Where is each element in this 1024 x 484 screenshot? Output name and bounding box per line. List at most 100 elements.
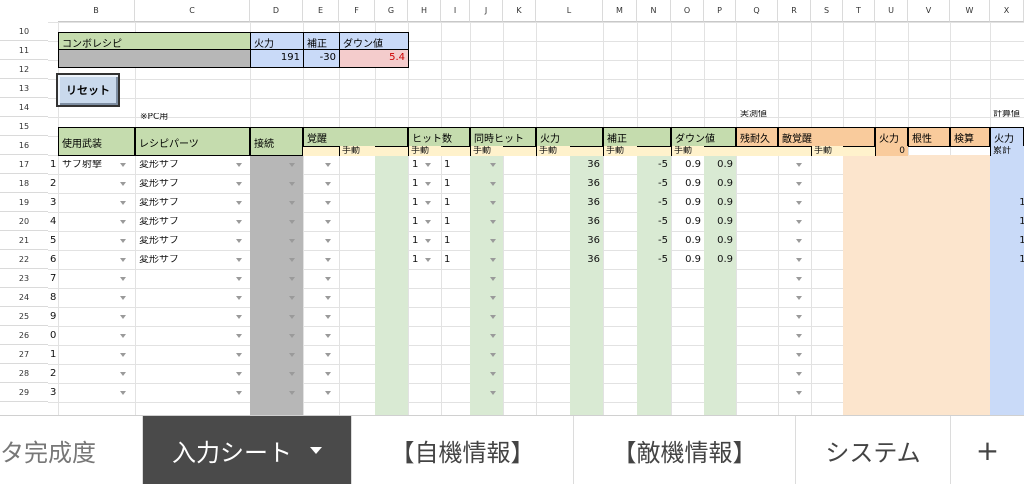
- tab-enemy-unit-info[interactable]: 【敵機情報】: [574, 416, 796, 484]
- dropdown-arrow-icon[interactable]: [325, 353, 331, 357]
- dropdown-arrow-icon[interactable]: [289, 296, 295, 300]
- dropdown-arrow-icon[interactable]: [325, 334, 331, 338]
- row-header[interactable]: 19: [0, 193, 48, 212]
- dropdown-arrow-icon[interactable]: [325, 277, 331, 281]
- dropdown-arrow-icon[interactable]: [289, 182, 295, 186]
- hits-cell[interactable]: 1: [412, 198, 420, 208]
- dropdown-arrow-icon[interactable]: [325, 201, 331, 205]
- reset-button[interactable]: リセット: [56, 73, 120, 107]
- column-header[interactable]: S: [811, 0, 843, 22]
- column-header[interactable]: G: [375, 0, 408, 22]
- row-header[interactable]: 20: [0, 212, 48, 231]
- dropdown-arrow-icon[interactable]: [325, 182, 331, 186]
- dropdown-arrow-icon[interactable]: [325, 220, 331, 224]
- dropdown-arrow-icon[interactable]: [289, 163, 295, 167]
- dropdown-arrow-icon[interactable]: [120, 182, 126, 186]
- tab-own-unit-info[interactable]: 【自機情報】: [352, 416, 574, 484]
- hits-manual-cell[interactable]: 1: [444, 179, 464, 189]
- row-header[interactable]: 14: [0, 98, 48, 117]
- dropdown-arrow-icon[interactable]: [120, 334, 126, 338]
- recipe-parts-cell[interactable]: 変形サブ: [139, 217, 234, 227]
- column-header[interactable]: Q: [736, 0, 778, 22]
- row-header[interactable]: 13: [0, 79, 48, 98]
- row-header[interactable]: 22: [0, 250, 48, 269]
- column-header[interactable]: J: [470, 0, 503, 22]
- dropdown-arrow-icon[interactable]: [425, 220, 431, 224]
- dropdown-arrow-icon[interactable]: [325, 391, 331, 395]
- column-header[interactable]: H: [408, 0, 441, 22]
- row-header[interactable]: 25: [0, 307, 48, 326]
- recipe-parts-cell[interactable]: 変形サブ: [139, 179, 234, 189]
- column-header[interactable]: I: [441, 0, 470, 22]
- dropdown-arrow-icon[interactable]: [796, 391, 802, 395]
- row-header[interactable]: 23: [0, 269, 48, 288]
- row-header[interactable]: 15: [0, 117, 48, 136]
- dropdown-arrow-icon[interactable]: [425, 163, 431, 167]
- dropdown-arrow-icon[interactable]: [425, 182, 431, 186]
- dropdown-arrow-icon[interactable]: [236, 296, 242, 300]
- dropdown-arrow-icon[interactable]: [236, 239, 242, 243]
- dropdown-arrow-icon[interactable]: [120, 315, 126, 319]
- dropdown-arrow-icon[interactable]: [796, 334, 802, 338]
- column-header[interactable]: T: [843, 0, 875, 22]
- dropdown-arrow-icon[interactable]: [425, 258, 431, 262]
- hits-manual-cell[interactable]: 1: [444, 236, 464, 246]
- column-header[interactable]: P: [704, 0, 736, 22]
- row-header[interactable]: 18: [0, 174, 48, 193]
- recipe-parts-cell[interactable]: 変形サブ: [139, 198, 234, 208]
- dropdown-arrow-icon[interactable]: [490, 239, 496, 243]
- dropdown-arrow-icon[interactable]: [425, 239, 431, 243]
- dropdown-arrow-icon[interactable]: [325, 258, 331, 262]
- row-header[interactable]: 21: [0, 231, 48, 250]
- dropdown-arrow-icon[interactable]: [490, 315, 496, 319]
- hits-cell[interactable]: 1: [412, 217, 420, 227]
- column-header[interactable]: E: [303, 0, 339, 22]
- dropdown-arrow-icon[interactable]: [236, 353, 242, 357]
- recipe-parts-cell[interactable]: 変形サブ: [139, 160, 234, 170]
- dropdown-arrow-icon[interactable]: [490, 296, 496, 300]
- row-header[interactable]: 12: [0, 60, 48, 79]
- dropdown-arrow-icon[interactable]: [796, 296, 802, 300]
- column-header[interactable]: O: [671, 0, 704, 22]
- row-header[interactable]: 11: [0, 41, 48, 60]
- tab-system[interactable]: システム: [796, 416, 951, 484]
- dropdown-arrow-icon[interactable]: [236, 182, 242, 186]
- dropdown-arrow-icon[interactable]: [120, 258, 126, 262]
- dropdown-arrow-icon[interactable]: [796, 163, 802, 167]
- dropdown-arrow-icon[interactable]: [490, 163, 496, 167]
- row-header[interactable]: 26: [0, 326, 48, 345]
- dropdown-arrow-icon[interactable]: [796, 201, 802, 205]
- dropdown-arrow-icon[interactable]: [289, 315, 295, 319]
- dropdown-arrow-icon[interactable]: [289, 277, 295, 281]
- combo-recipe-value[interactable]: [58, 49, 251, 68]
- column-header[interactable]: M: [603, 0, 637, 22]
- dropdown-arrow-icon[interactable]: [325, 239, 331, 243]
- dropdown-arrow-icon[interactable]: [236, 315, 242, 319]
- dropdown-arrow-icon[interactable]: [236, 220, 242, 224]
- dropdown-arrow-icon[interactable]: [325, 315, 331, 319]
- dropdown-arrow-icon[interactable]: [236, 334, 242, 338]
- hits-manual-cell[interactable]: 1: [444, 160, 464, 170]
- dropdown-arrow-icon[interactable]: [796, 353, 802, 357]
- dropdown-arrow-icon[interactable]: [120, 163, 126, 167]
- dropdown-arrow-icon[interactable]: [289, 391, 295, 395]
- dropdown-arrow-icon[interactable]: [490, 391, 496, 395]
- dropdown-arrow-icon[interactable]: [490, 201, 496, 205]
- row-header[interactable]: 24: [0, 288, 48, 307]
- add-sheet-icon[interactable]: +: [951, 416, 1024, 484]
- dropdown-arrow-icon[interactable]: [796, 372, 802, 376]
- dropdown-arrow-icon[interactable]: [236, 163, 242, 167]
- dropdown-arrow-icon[interactable]: [120, 220, 126, 224]
- row-header[interactable]: 10: [0, 22, 48, 41]
- column-header[interactable]: B: [58, 0, 135, 22]
- dropdown-arrow-icon[interactable]: [236, 201, 242, 205]
- column-header[interactable]: L: [536, 0, 603, 22]
- dropdown-arrow-icon[interactable]: [490, 182, 496, 186]
- dropdown-arrow-icon[interactable]: [289, 334, 295, 338]
- row-header[interactable]: 29: [0, 383, 48, 402]
- dropdown-arrow-icon[interactable]: [120, 353, 126, 357]
- column-header[interactable]: C: [135, 0, 250, 22]
- hits-cell[interactable]: 1: [412, 236, 420, 246]
- dropdown-arrow-icon[interactable]: [289, 372, 295, 376]
- hits-manual-cell[interactable]: 1: [444, 255, 464, 265]
